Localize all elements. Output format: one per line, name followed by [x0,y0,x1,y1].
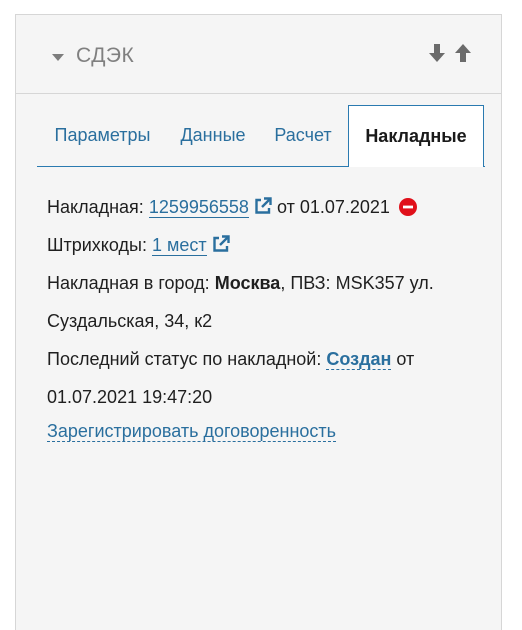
tab-bar: Параметры Данные Расчет Накладные [37,104,485,167]
status-date-prefix: от [396,349,415,369]
invoice-number-link[interactable]: 1259956558 [148,197,249,218]
status-value-link[interactable]: Создан [326,349,392,370]
move-buttons [427,42,473,64]
status-row: Последний статус по накладной: Создан от [47,340,497,378]
invoice-label: Накладная: [47,197,144,217]
invoice-date: 01.07.2021 [299,197,390,217]
barcodes-label: Штрихкоды: [47,235,147,255]
destination-row: Накладная в город: Москва, ПВЗ: MSK357 у… [47,264,497,302]
barcodes-row: Штрихкоды: 1 мест [47,226,497,264]
invoice-row: Накладная: 1259956558 от 01.07.2021 [47,188,497,226]
pvz-value-cont: Суздальская, 34, к2 [47,311,213,331]
invoice-date-prefix: от [276,197,295,217]
arrow-up-icon[interactable] [453,42,473,64]
external-link-icon[interactable] [212,228,230,252]
destination-label: Накладная в город: [47,273,210,293]
barcodes-link[interactable]: 1 мест [151,235,207,256]
panel-header: СДЭК [16,15,501,94]
status-label: Последний статус по накладной: [47,349,322,369]
arrow-down-icon[interactable] [427,42,447,64]
tab-invoices[interactable]: Накладные [348,105,484,167]
status-row-cont: 01.07.2021 19:47:20 [47,378,497,416]
delete-invoice-icon[interactable] [398,191,417,216]
tab-parameters[interactable]: Параметры [37,105,168,166]
pvz-label: , ПВЗ: [280,273,331,293]
tab-calculation[interactable]: Расчет [258,105,348,166]
invoices-content: Накладная: 1259956558 от 01.07.2021 Штри… [47,188,497,446]
external-link-icon[interactable] [254,190,272,214]
panel-title: СДЭК [76,44,135,67]
agreement-row: Зарегистрировать договоренность [47,416,497,446]
register-agreement-link[interactable]: Зарегистрировать договоренность [47,421,337,442]
collapse-toggle[interactable]: СДЭК [52,44,134,68]
status-datetime: 01.07.2021 19:47:20 [47,387,213,407]
destination-row-cont: Суздальская, 34, к2 [47,302,497,340]
tab-data[interactable]: Данные [168,105,258,166]
cdek-panel: СДЭК Параметры Данные Расчет Накладные Н… [15,14,502,630]
destination-city: Москва [214,273,281,293]
caret-down-icon [52,53,64,61]
pvz-value: MSK357 ул. [335,273,434,293]
